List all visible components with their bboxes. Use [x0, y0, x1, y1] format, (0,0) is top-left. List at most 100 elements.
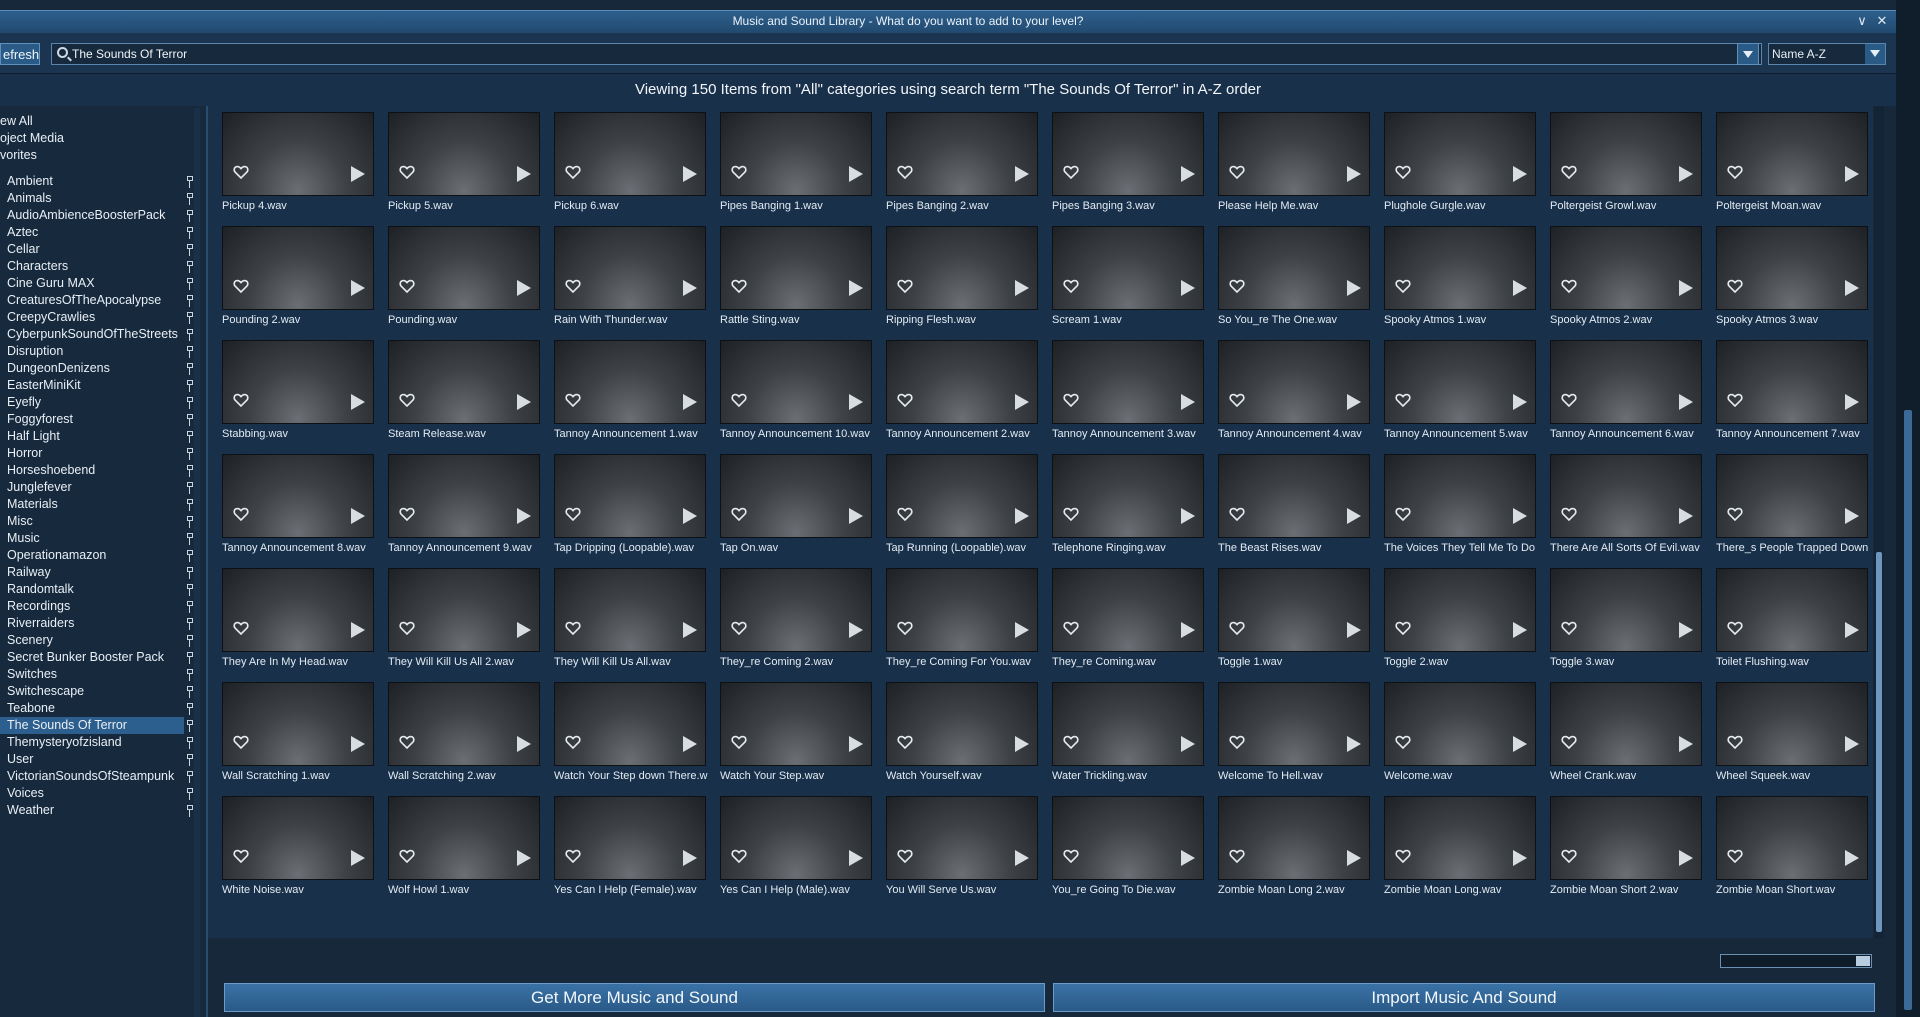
sidebar-category-item[interactable]: Animals [0, 190, 184, 207]
play-icon[interactable] [1015, 394, 1029, 410]
pin-icon[interactable] [186, 737, 194, 749]
heart-icon[interactable] [1561, 734, 1577, 750]
sound-tile[interactable]: Tap Running (Loopable).wav [872, 448, 1038, 558]
heart-icon[interactable] [1063, 734, 1079, 750]
play-icon[interactable] [1513, 622, 1527, 638]
play-icon[interactable] [1845, 736, 1859, 752]
sidebar-category-item[interactable]: Voices [0, 785, 184, 802]
pin-icon[interactable] [186, 329, 194, 341]
play-icon[interactable] [1845, 622, 1859, 638]
get-more-music-button[interactable]: Get More Music and Sound [224, 983, 1045, 1012]
pin-icon[interactable] [186, 193, 194, 205]
play-icon[interactable] [683, 736, 697, 752]
sound-thumbnail[interactable] [1052, 340, 1204, 424]
play-icon[interactable] [1015, 622, 1029, 638]
sound-tile[interactable]: There Are All Sorts Of Evil.wav [1536, 448, 1702, 558]
heart-icon[interactable] [1063, 164, 1079, 180]
play-icon[interactable] [517, 280, 531, 296]
heart-icon[interactable] [233, 506, 249, 522]
sound-tile[interactable]: Poltergeist Growl.wav [1536, 106, 1702, 216]
sound-thumbnail[interactable] [886, 226, 1038, 310]
sidebar-category-item[interactable]: Scenery [0, 632, 184, 649]
sound-tile[interactable]: Zombie Moan Long 2.wav [1204, 790, 1370, 900]
play-icon[interactable] [517, 736, 531, 752]
sidebar-category-item[interactable]: Aztec [0, 224, 184, 241]
play-icon[interactable] [1347, 736, 1361, 752]
sound-thumbnail[interactable] [886, 682, 1038, 766]
play-icon[interactable] [1679, 280, 1693, 296]
sound-tile[interactable]: Toilet Flushing.wav [1702, 562, 1868, 672]
play-icon[interactable] [683, 850, 697, 866]
sound-thumbnail[interactable] [388, 796, 540, 880]
heart-icon[interactable] [1395, 848, 1411, 864]
sound-thumbnail[interactable] [1716, 454, 1868, 538]
play-icon[interactable] [351, 508, 365, 524]
sound-thumbnail[interactable] [388, 226, 540, 310]
sound-tile[interactable]: Spooky Atmos 2.wav [1536, 220, 1702, 330]
sidebar-category-item[interactable]: Operationamazon [0, 547, 184, 564]
sound-tile[interactable]: They Will Kill Us All 2.wav [374, 562, 540, 672]
sound-thumbnail[interactable] [554, 340, 706, 424]
sound-thumbnail[interactable] [720, 796, 872, 880]
sound-tile[interactable]: Toggle 3.wav [1536, 562, 1702, 672]
play-icon[interactable] [1845, 280, 1859, 296]
sound-tile[interactable]: Wheel Squeek.wav [1702, 676, 1868, 786]
heart-icon[interactable] [897, 620, 913, 636]
heart-icon[interactable] [1727, 164, 1743, 180]
sound-thumbnail[interactable] [222, 454, 374, 538]
heart-icon[interactable] [1727, 506, 1743, 522]
play-icon[interactable] [683, 622, 697, 638]
sidebar-category-item[interactable]: The Sounds Of Terror [0, 717, 184, 734]
sound-thumbnail[interactable] [1716, 340, 1868, 424]
sidebar-category-item[interactable]: Ambient [0, 173, 184, 190]
grid-scrollbar[interactable] [1874, 106, 1884, 938]
play-icon[interactable] [1015, 850, 1029, 866]
sound-tile[interactable]: Scream 1.wav [1038, 220, 1204, 330]
sidebar-category-item[interactable]: Randomtalk [0, 581, 184, 598]
sound-tile[interactable]: Please Help Me.wav [1204, 106, 1370, 216]
sound-thumbnail[interactable] [1550, 682, 1702, 766]
heart-icon[interactable] [1727, 848, 1743, 864]
sound-thumbnail[interactable] [1550, 226, 1702, 310]
sound-thumbnail[interactable] [1052, 568, 1204, 652]
play-icon[interactable] [517, 508, 531, 524]
heart-icon[interactable] [565, 734, 581, 750]
sidebar-category-item[interactable]: AudioAmbienceBoosterPack [0, 207, 184, 224]
play-icon[interactable] [849, 622, 863, 638]
pin-icon[interactable] [186, 295, 194, 307]
play-icon[interactable] [1181, 622, 1195, 638]
sound-thumbnail[interactable] [1218, 454, 1370, 538]
sound-thumbnail[interactable] [720, 454, 872, 538]
sound-tile[interactable]: Water Trickling.wav [1038, 676, 1204, 786]
sound-thumbnail[interactable] [1052, 112, 1204, 196]
sidebar-category-item[interactable]: Riverraiders [0, 615, 184, 632]
heart-icon[interactable] [233, 848, 249, 864]
play-icon[interactable] [517, 850, 531, 866]
sound-thumbnail[interactable] [222, 112, 374, 196]
heart-icon[interactable] [565, 164, 581, 180]
heart-icon[interactable] [1229, 506, 1245, 522]
window-scrollbar[interactable] [1896, 0, 1920, 1017]
pin-icon[interactable] [186, 261, 194, 273]
sound-tile[interactable]: They_re Coming 2.wav [706, 562, 872, 672]
heart-icon[interactable] [897, 506, 913, 522]
heart-icon[interactable] [565, 278, 581, 294]
sound-thumbnail[interactable] [886, 340, 1038, 424]
sound-tile[interactable]: Welcome.wav [1370, 676, 1536, 786]
sidebar-category-item[interactable]: Misc [0, 513, 184, 530]
sound-thumbnail[interactable] [1384, 226, 1536, 310]
sound-tile[interactable]: Spooky Atmos 3.wav [1702, 220, 1868, 330]
sound-thumbnail[interactable] [720, 682, 872, 766]
heart-icon[interactable] [897, 392, 913, 408]
play-icon[interactable] [1513, 850, 1527, 866]
sound-thumbnail[interactable] [1550, 112, 1702, 196]
sound-thumbnail[interactable] [222, 796, 374, 880]
play-icon[interactable] [1347, 850, 1361, 866]
sound-thumbnail[interactable] [1384, 568, 1536, 652]
sound-thumbnail[interactable] [1384, 112, 1536, 196]
sort-select[interactable]: Name A-Z [1768, 43, 1886, 65]
heart-icon[interactable] [233, 392, 249, 408]
play-icon[interactable] [1181, 508, 1195, 524]
heart-icon[interactable] [1063, 848, 1079, 864]
play-icon[interactable] [1679, 850, 1693, 866]
